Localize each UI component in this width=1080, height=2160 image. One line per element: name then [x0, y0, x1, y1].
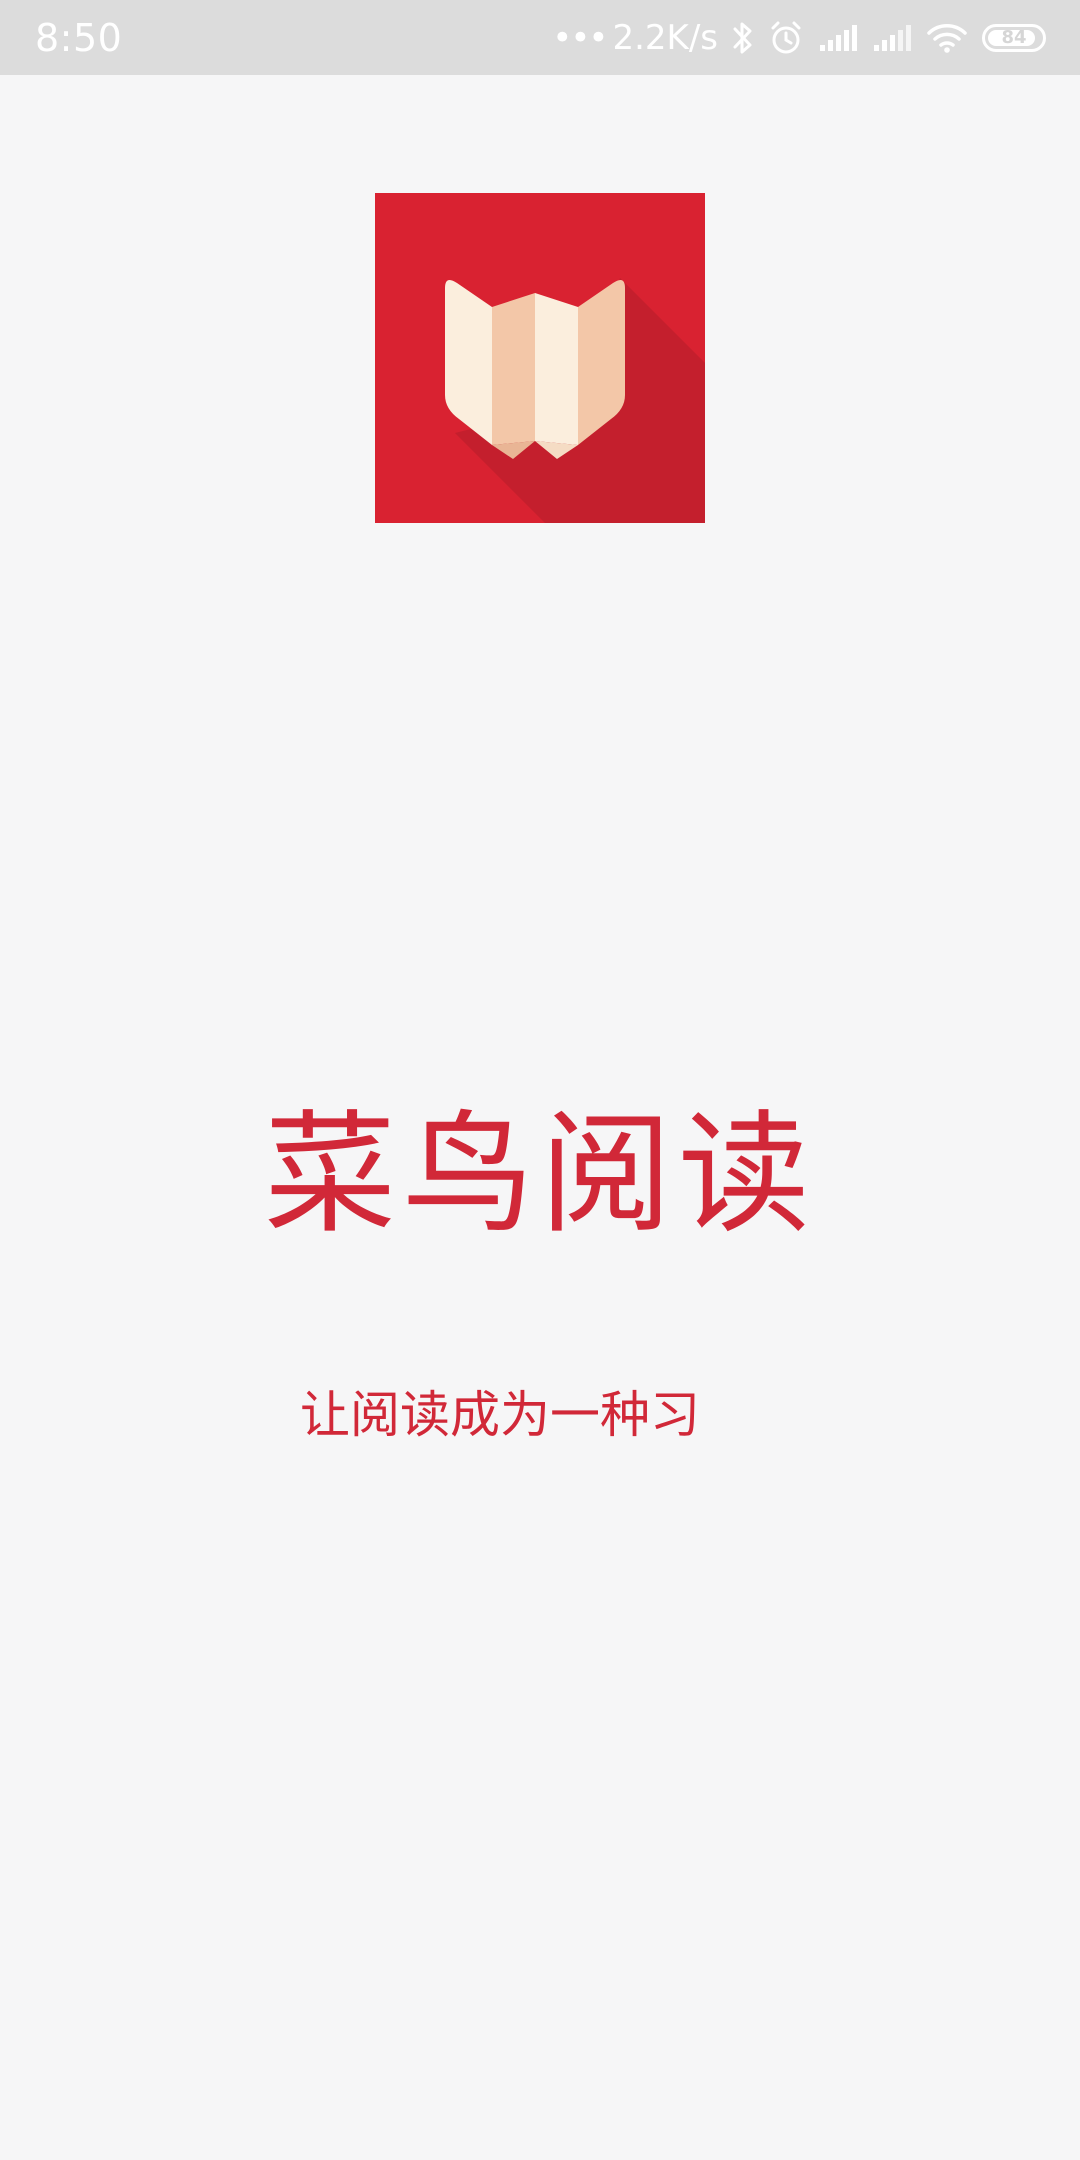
battery-level: 84 [1001, 27, 1027, 48]
bluetooth-icon [732, 20, 754, 56]
open-book-icon [445, 278, 705, 523]
app-slogan: 让阅读成为一种习 [300, 1386, 700, 1444]
app-logo [375, 193, 705, 523]
status-icons: ••• 2.2K/s 84 [552, 16, 1046, 60]
wifi-icon [926, 21, 968, 55]
signal-icon-2 [872, 23, 912, 53]
status-bar: 8:50 ••• 2.2K/s 84 [0, 0, 1080, 75]
network-activity-dots: ••• [552, 18, 608, 58]
status-time: 8:50 [35, 16, 123, 60]
signal-icon [818, 23, 858, 53]
battery-icon: 84 [982, 24, 1046, 52]
alarm-icon [768, 20, 804, 56]
network-speed: 2.2K/s [612, 18, 718, 58]
app-title: 菜鸟阅读 [264, 1098, 816, 1252]
splash-screen: 8:50 ••• 2.2K/s 84 菜鸟阅读 让阅读成为一种习 [0, 0, 1080, 2160]
